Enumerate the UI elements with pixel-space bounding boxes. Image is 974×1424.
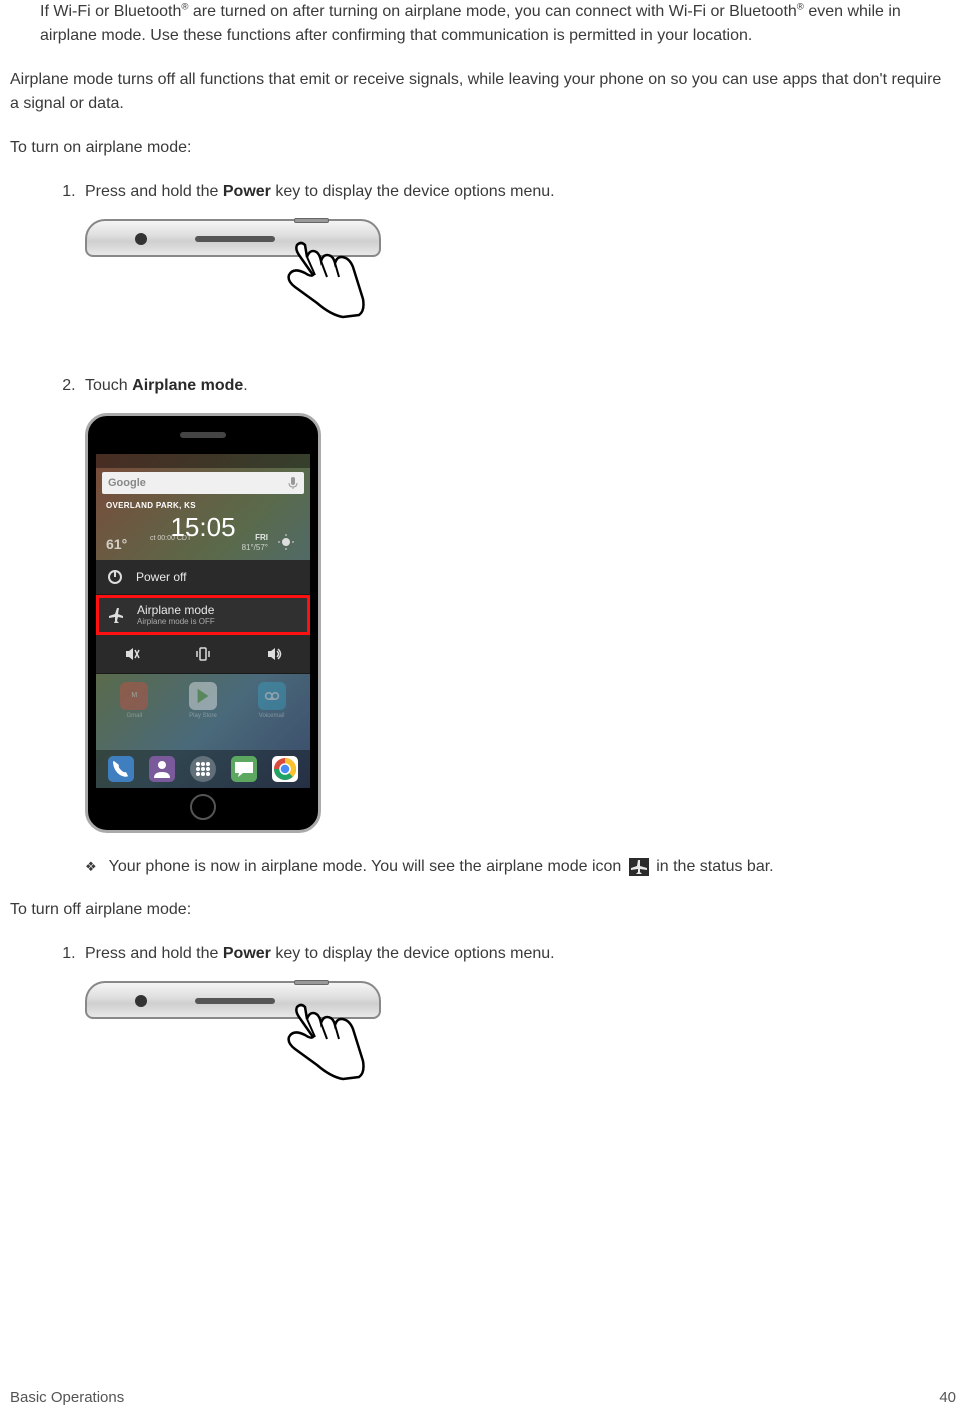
turn-on-heading: To turn on airplane mode: [10, 136, 954, 160]
vibrate-icon [194, 645, 212, 663]
intro-paragraph: Airplane mode turns off all functions th… [10, 68, 954, 116]
page-footer: Basic Operations 40 [10, 1389, 956, 1406]
airplane-icon [107, 606, 125, 624]
figure-power-key-2 [85, 981, 385, 1111]
wifi-bluetooth-note: If Wi-Fi or Bluetooth® are turned on aft… [40, 0, 954, 48]
apps-dock-icon [190, 756, 216, 782]
app-row: M Gmail Play Store [96, 674, 310, 723]
phone-dock-icon [108, 756, 134, 782]
result-bullet: ❖ Your phone is now in airplane mode. Yo… [85, 858, 964, 876]
footer-page-number: 40 [939, 1389, 956, 1406]
sound-icon [265, 645, 283, 663]
microphone-icon [288, 476, 298, 490]
turn-off-steps: Press and hold the Power key to display … [50, 942, 954, 1111]
sound-mode-row [96, 635, 310, 674]
silent-icon [123, 645, 141, 663]
airplane-mode-option-highlighted: Airplane mode Airplane mode is OFF [96, 595, 310, 635]
clock-weather-widget: OVERLAND PARK, KS 15:05 61° ct 00:00 CDT… [102, 498, 304, 556]
footer-section-name: Basic Operations [10, 1389, 124, 1406]
hand-icon-2 [275, 999, 365, 1109]
voicemail-app-icon [258, 682, 286, 710]
turn-off-heading: To turn off airplane mode: [10, 898, 954, 922]
messaging-dock-icon [231, 756, 257, 782]
gmail-app-icon: M [120, 682, 148, 710]
status-bar [96, 454, 310, 468]
turn-on-steps: Press and hold the Power key to display … [50, 180, 954, 833]
step-1: Press and hold the Power key to display … [80, 180, 954, 349]
play-store-app-icon [189, 682, 217, 710]
step-2: Touch Airplane mode. Google OVERLAND PAR… [80, 374, 954, 833]
sun-icon [278, 534, 294, 550]
power-icon [106, 568, 124, 586]
dock [96, 750, 310, 788]
search-bar: Google [102, 472, 304, 494]
airplane-status-icon [629, 858, 649, 876]
figure-phone-screen: Google OVERLAND PARK, KS 15:05 61° ct 00… [85, 413, 321, 833]
contacts-dock-icon [149, 756, 175, 782]
power-off-option: Power off [96, 560, 310, 595]
chrome-dock-icon [272, 756, 298, 782]
figure-power-key [85, 219, 385, 349]
device-options-menu: Power off Airplane mode Airplane mode is… [96, 560, 310, 674]
step-1-off: Press and hold the Power key to display … [80, 942, 954, 1111]
hand-icon [275, 237, 365, 347]
diamond-bullet-icon: ❖ [85, 859, 97, 875]
